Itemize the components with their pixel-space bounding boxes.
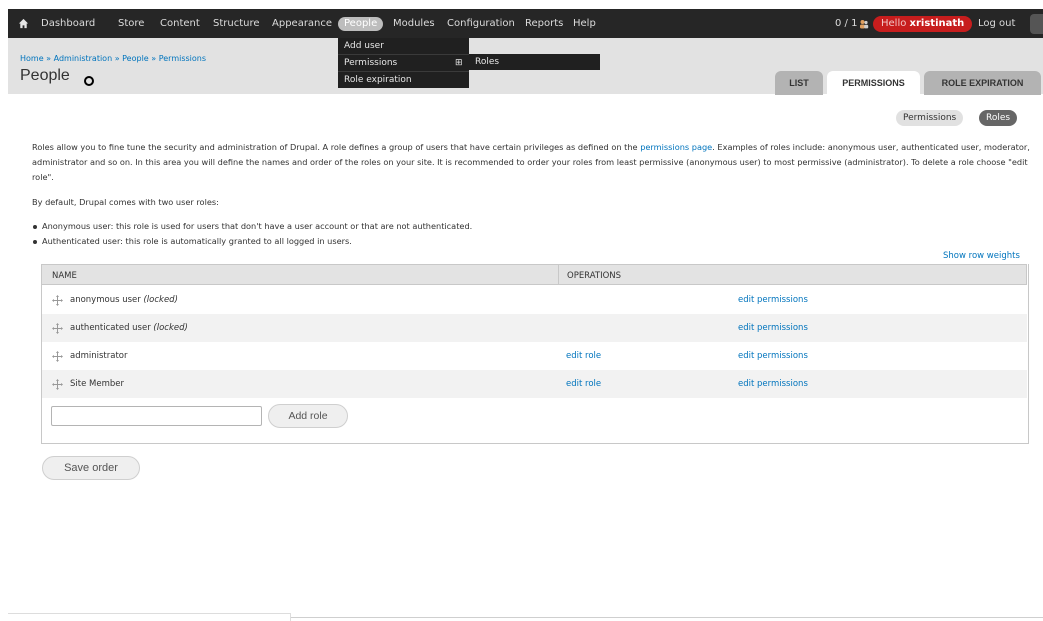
intro-text: Roles allow you to fine tune the securit…: [32, 140, 1032, 185]
logout-link[interactable]: Log out: [978, 9, 1015, 38]
menu-item-role-expiration[interactable]: Role expiration: [338, 71, 469, 88]
toolbar-item-help[interactable]: Help: [573, 9, 596, 38]
table-row: administrator edit role edit permissions: [42, 342, 1027, 370]
menu-item-roles[interactable]: Roles: [469, 54, 600, 70]
drag-handle-icon[interactable]: [52, 379, 63, 390]
user-greeting-badge[interactable]: Hello xristinath: [873, 16, 973, 32]
breadcrumb-administration[interactable]: Administration: [54, 54, 113, 63]
toolbar-item-structure[interactable]: Structure: [213, 9, 260, 38]
breadcrumb-home[interactable]: Home: [20, 54, 44, 63]
permissions-submenu: Roles: [469, 54, 600, 70]
home-icon[interactable]: [18, 18, 29, 29]
breadcrumb-people[interactable]: People: [122, 54, 149, 63]
drag-handle-icon[interactable]: [52, 351, 63, 362]
menu-item-add-user[interactable]: Add user: [338, 38, 469, 54]
table-row: anonymous user (locked) edit permissions: [42, 286, 1027, 314]
role-name: authenticated user (locked): [70, 323, 188, 333]
breadcrumb-separator: »: [148, 54, 159, 63]
column-header-operations: OPERATIONS: [567, 271, 622, 281]
column-header-name: NAME: [52, 271, 77, 281]
default-roles-text: By default, Drupal comes with two user r…: [32, 197, 219, 207]
role-name: administrator: [70, 351, 128, 361]
locked-label: (locked): [143, 295, 178, 305]
shortcut-icon[interactable]: [84, 76, 94, 86]
save-order-button[interactable]: Save order: [42, 456, 140, 480]
username: xristinath: [909, 18, 965, 29]
secondary-tab-permissions[interactable]: Permissions: [896, 110, 964, 126]
drag-handle-icon[interactable]: [52, 295, 63, 306]
breadcrumb-permissions[interactable]: Permissions: [159, 54, 206, 63]
edit-role-link[interactable]: edit role: [566, 351, 601, 361]
intro-before-link: Roles allow you to fine tune the securit…: [32, 142, 641, 152]
toolbar-item-people[interactable]: People: [338, 17, 384, 31]
shortcut-counter: 0 / 1: [835, 18, 858, 29]
role-name: anonymous user (locked): [70, 295, 178, 305]
show-row-weights-link[interactable]: Show row weights: [943, 251, 1020, 261]
toolbar-item-content[interactable]: Content: [160, 9, 200, 38]
edit-permissions-link[interactable]: edit permissions: [738, 379, 808, 389]
menu-item-permissions-label: Permissions: [344, 58, 398, 68]
tab-permissions[interactable]: PERMISSIONS: [827, 71, 920, 95]
page-title: People: [20, 67, 70, 84]
table-header: NAME OPERATIONS: [41, 264, 1027, 285]
top-strip: [0, 0, 1043, 9]
edit-role-link[interactable]: edit role: [566, 379, 601, 389]
add-role-button[interactable]: Add role: [268, 404, 348, 428]
new-role-name-input[interactable]: [51, 406, 262, 426]
toolbar-item-appearance[interactable]: Appearance: [272, 9, 332, 38]
toolbar-item-modules[interactable]: Modules: [393, 9, 435, 38]
table-row: authenticated user (locked) edit permiss…: [42, 314, 1027, 342]
admin-toolbar: Dashboard Store Content Structure Appear…: [8, 9, 1043, 38]
toolbar-toggle-button[interactable]: [1030, 14, 1043, 34]
role-name-text: authenticated user: [70, 323, 151, 333]
breadcrumb-separator: »: [43, 54, 54, 63]
secondary-tab-roles[interactable]: Roles: [979, 110, 1018, 126]
toolbar-item-configuration[interactable]: Configuration: [447, 9, 515, 38]
menu-item-permissions[interactable]: Permissions ⊞: [338, 54, 469, 71]
list-item: Anonymous user: this role is used for us…: [32, 219, 1032, 234]
people-dropdown-menu: Add user Permissions ⊞ Role expiration: [338, 38, 469, 88]
hello-text: Hello: [881, 18, 907, 29]
locked-label: (locked): [153, 323, 188, 333]
breadcrumb-separator: »: [112, 54, 123, 63]
table-row: Site Member edit role edit permissions: [42, 370, 1027, 398]
edit-permissions-link[interactable]: edit permissions: [738, 323, 808, 333]
drag-handle-icon[interactable]: [52, 323, 63, 334]
edit-permissions-link[interactable]: edit permissions: [738, 351, 808, 361]
role-name: Site Member: [70, 379, 124, 389]
column-divider: [558, 265, 559, 284]
list-item: Authenticated user: this role is automat…: [32, 234, 1032, 249]
permissions-page-link[interactable]: permissions page: [640, 142, 712, 152]
toolbar-item-dashboard[interactable]: Dashboard: [41, 9, 95, 38]
edit-permissions-link[interactable]: edit permissions: [738, 295, 808, 305]
tab-list[interactable]: LIST: [775, 71, 823, 95]
tab-role-expiration[interactable]: ROLE EXPIRATION: [924, 71, 1041, 95]
roles-bullet-list: Anonymous user: this role is used for us…: [32, 219, 1032, 249]
breadcrumb: Home » Administration » People » Permiss…: [20, 54, 206, 63]
toolbar-item-store[interactable]: Store: [118, 9, 144, 38]
users-icon: [860, 20, 869, 29]
toolbar-item-reports[interactable]: Reports: [525, 9, 563, 38]
role-name-text: anonymous user: [70, 295, 141, 305]
expand-icon: ⊞: [455, 58, 463, 68]
